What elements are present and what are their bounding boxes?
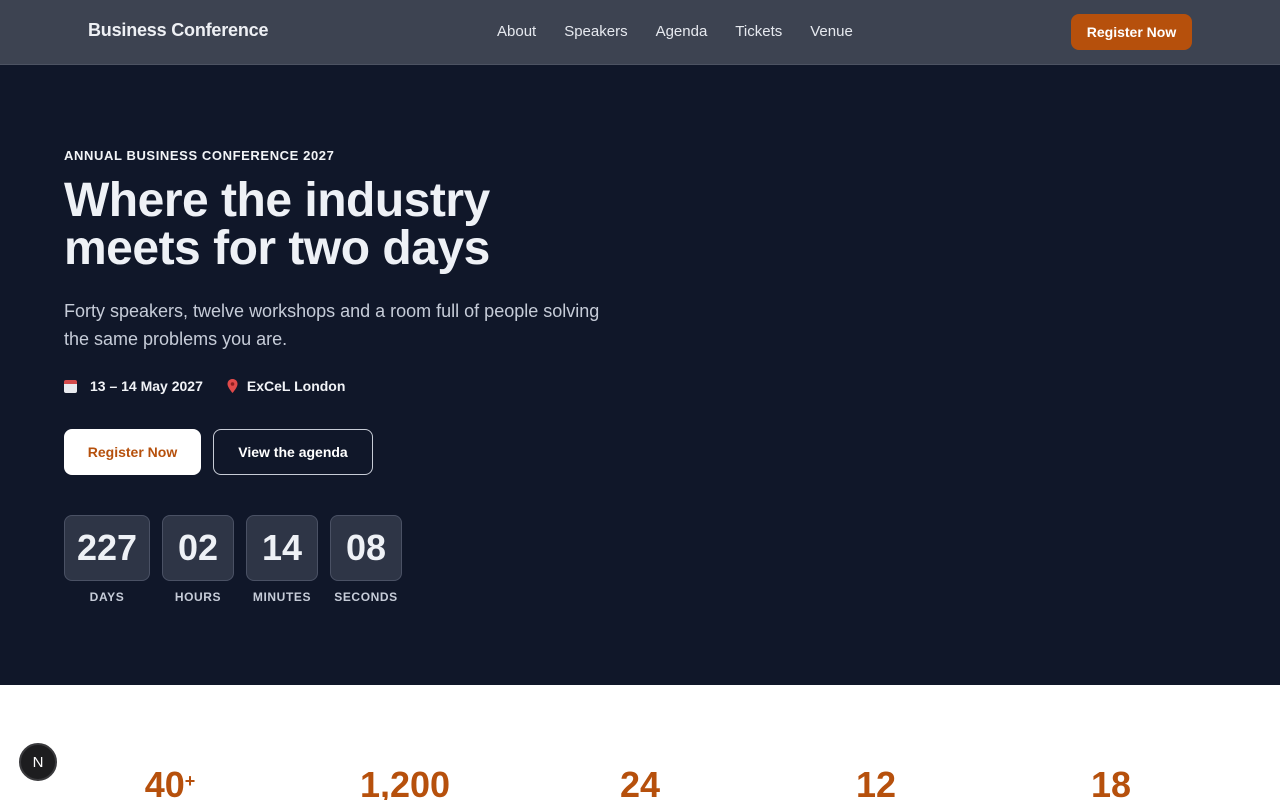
countdown-timer: 227 DAYS 02 HOURS 14 MINUTES 08 SECONDS [64,515,414,604]
countdown-minutes: 14 MINUTES [246,515,318,604]
brand-logo-text[interactable]: Business Conference [88,20,268,41]
calendar-icon [64,379,77,393]
event-venue-text: ExCeL London [246,378,346,394]
stat-attendees: 1,200 [305,765,505,800]
event-date: 13 – 14 May 2027 [64,378,203,394]
nav-link-agenda[interactable]: Agenda [656,23,708,41]
stat-workshops: 12 [776,765,976,800]
stat-sessions: 24 [540,765,740,800]
view-agenda-button[interactable]: View the agenda [213,429,373,475]
stat-value: 12 [855,764,897,800]
stat-value: 18 [1090,764,1132,800]
countdown-seconds: 08 SECONDS [330,515,402,604]
dev-badge-letter: N [32,753,44,771]
stat-partners: 18 [1011,765,1211,800]
countdown-hours-value: 02 [162,515,234,581]
stats-section: 40+ 1,200 24 12 18 [0,685,1280,800]
countdown-seconds-label: SECONDS [334,590,398,604]
headline-line-1: Where the industry [64,174,490,227]
hero-register-button[interactable]: Register Now [64,429,201,475]
site-header: Business Conference About Speakers Agend… [0,0,1280,65]
event-date-text: 13 – 14 May 2027 [90,378,203,394]
nav-link-about[interactable]: About [497,23,536,41]
hero-subtitle: Forty speakers, twelve workshops and a r… [64,301,600,349]
nav-link-venue[interactable]: Venue [810,23,853,41]
nav-link-speakers[interactable]: Speakers [564,23,627,41]
hero-headline: Where the industry meets for two days [64,177,624,273]
nav-link-tickets[interactable]: Tickets [735,23,782,41]
stat-speakers: 40+ [70,765,270,800]
headline-line-2: meets for two days [64,222,490,275]
countdown-seconds-value: 08 [330,515,402,581]
stat-value: 24 [619,764,661,800]
countdown-hours: 02 HOURS [162,515,234,604]
event-venue: ExCeL London [227,378,346,394]
stat-suffix: + [184,771,196,791]
stat-value: 1,200 [359,764,451,800]
countdown-days-label: DAYS [89,590,125,604]
dev-tools-badge[interactable]: N [19,743,57,781]
countdown-minutes-value: 14 [246,515,318,581]
event-meta: 13 – 14 May 2027 ExCeL London [64,378,369,394]
header-register-button[interactable]: Register Now [1071,14,1192,50]
countdown-days: 227 DAYS [64,515,150,604]
stat-value: 40 [144,764,185,800]
countdown-hours-label: HOURS [174,590,222,604]
hero-eyebrow: ANNUAL BUSINESS CONFERENCE 2027 [64,148,335,163]
main-nav: About Speakers Agenda Tickets Venue [497,23,881,41]
countdown-days-value: 227 [64,515,150,581]
hero-section: ANNUAL BUSINESS CONFERENCE 2027 Where th… [0,65,1280,685]
map-pin-icon [227,379,238,393]
countdown-minutes-label: MINUTES [252,590,312,604]
